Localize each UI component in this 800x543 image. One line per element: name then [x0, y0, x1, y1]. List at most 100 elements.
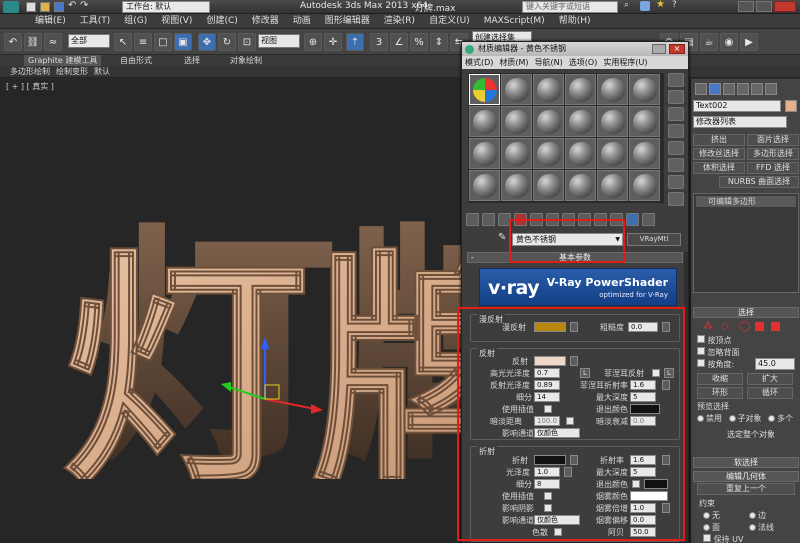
menu-create[interactable]: 创建(C) — [199, 14, 244, 29]
binoculars-icon[interactable]: ⌕ — [624, 0, 629, 10]
constraint-face-radio[interactable] — [703, 524, 710, 531]
material-type-button[interactable]: VRayMtl — [627, 233, 681, 246]
fresnel-lock-button[interactable]: L — [664, 368, 674, 378]
keyboard-shortcut-icon[interactable]: ⇡ — [346, 33, 364, 51]
quick-access-open-icon[interactable] — [40, 2, 50, 12]
sample-slot[interactable] — [501, 170, 532, 201]
modifier-list-select[interactable]: 修改器列表 — [693, 116, 787, 128]
menu-group[interactable]: 组(G) — [117, 14, 154, 29]
make-preview-icon[interactable] — [668, 158, 684, 172]
menu-animation[interactable]: 动画 — [286, 14, 318, 29]
ffd-select-button[interactable]: FFD 选择 — [747, 162, 799, 174]
edit-geometry-header[interactable]: 编辑几何体 — [693, 471, 799, 482]
menu-views[interactable]: 视图(V) — [154, 14, 199, 29]
abbe-spinner[interactable]: 50.0 — [630, 527, 656, 537]
select-by-material-icon[interactable] — [668, 192, 684, 206]
copy-material-icon[interactable] — [530, 213, 543, 226]
ior-spinner[interactable]: 1.6 — [630, 455, 656, 465]
ior-map-button[interactable] — [662, 455, 670, 465]
roughness-spinner[interactable]: 0.0 — [628, 322, 658, 332]
repeat-last-button[interactable]: 重复上一个 — [697, 483, 795, 495]
sample-slot[interactable] — [469, 74, 500, 105]
border-icon[interactable]: ◯ — [739, 321, 750, 332]
render-production-icon[interactable]: ☕ — [700, 33, 718, 51]
background-icon[interactable] — [668, 107, 684, 121]
sample-slot[interactable] — [597, 170, 628, 201]
sample-slot[interactable] — [533, 138, 564, 169]
by-vertex-checkbox[interactable] — [697, 335, 705, 343]
menu-help[interactable]: 帮助(H) — [552, 14, 598, 29]
loop-button[interactable]: 循环 — [747, 387, 793, 399]
select-by-name-icon[interactable]: ≡ — [134, 33, 152, 51]
sample-slot[interactable] — [469, 170, 500, 201]
diffuse-color-swatch[interactable] — [534, 322, 566, 332]
soft-selection-header[interactable]: 软选择 — [693, 457, 799, 468]
material-id-icon[interactable] — [578, 213, 591, 226]
reflect-maxdepth-spinner[interactable]: 5 — [630, 392, 656, 402]
keep-uv-checkbox[interactable] — [703, 534, 711, 542]
redo-icon[interactable]: ↷ — [80, 0, 88, 11]
sample-slot[interactable] — [469, 138, 500, 169]
fog-mult-map-button[interactable] — [662, 503, 670, 513]
constraint-none-radio[interactable] — [703, 512, 710, 519]
selection-filter-select[interactable]: 全部 — [68, 34, 110, 48]
refract-affect-select[interactable]: 仅颜色 — [534, 515, 580, 525]
sample-slot[interactable] — [501, 74, 532, 105]
hilight-gloss-spinner[interactable]: 0.7 — [534, 368, 560, 378]
reflect-gloss-spinner[interactable]: 0.89 — [534, 380, 560, 390]
ring-button[interactable]: 环形 — [697, 387, 743, 399]
create-tab-icon[interactable] — [695, 83, 707, 95]
refract-map-button[interactable] — [570, 455, 578, 465]
sample-slot[interactable] — [565, 106, 596, 137]
preview-off-radio[interactable] — [697, 415, 704, 422]
affect-shadows-checkbox[interactable] — [544, 504, 552, 512]
poly-select-button[interactable]: 多边形选择 — [747, 148, 799, 160]
show-map-icon[interactable] — [594, 213, 607, 226]
sample-slot[interactable] — [533, 170, 564, 201]
sample-slot[interactable] — [501, 138, 532, 169]
vertex-icon[interactable]: ⁂ — [703, 321, 713, 332]
reflect-interp-checkbox[interactable] — [544, 405, 552, 413]
refract-color-swatch[interactable] — [534, 455, 566, 465]
tab-freeform[interactable]: 自由形式 — [120, 55, 152, 66]
angle-spinner[interactable]: 45.0 — [755, 358, 795, 370]
scale-icon[interactable]: ⊡ — [238, 33, 256, 51]
sample-slot[interactable] — [597, 74, 628, 105]
object-name-field[interactable]: Text002 — [693, 100, 781, 112]
constraint-edge-radio[interactable] — [749, 512, 756, 519]
medit-menu-modes[interactable]: 模式(D) — [462, 56, 496, 69]
show-end-result-icon[interactable] — [610, 213, 623, 226]
menu-graph-editors[interactable]: 图形编辑器 — [318, 14, 377, 29]
tab-selection[interactable]: 选择 — [184, 55, 200, 66]
subtab-defaults[interactable]: 默认 — [94, 66, 110, 78]
reference-coord-select[interactable]: 视图 — [258, 34, 300, 48]
window-crossing-icon[interactable]: ▣ — [174, 33, 192, 51]
sample-slot[interactable] — [597, 138, 628, 169]
roughness-map-button[interactable] — [662, 322, 670, 332]
element-icon[interactable] — [771, 322, 780, 331]
minimize-button[interactable] — [738, 1, 754, 12]
refract-subdivs-spinner[interactable]: 8 — [534, 479, 560, 489]
spinner-snap-icon[interactable]: ⇕ — [430, 33, 448, 51]
workspace-select[interactable]: 工作台: 默认 — [122, 1, 210, 13]
constraint-normal-radio[interactable] — [749, 524, 756, 531]
sample-slot[interactable] — [629, 106, 660, 137]
sample-slot[interactable] — [533, 106, 564, 137]
reflect-map-button[interactable] — [570, 356, 578, 366]
motion-tab-icon[interactable] — [737, 83, 749, 95]
fresnel-ior-map-button[interactable] — [662, 380, 670, 390]
ignore-back-checkbox[interactable] — [697, 347, 705, 355]
dispersion-checkbox[interactable] — [554, 528, 562, 536]
options-icon[interactable] — [668, 175, 684, 189]
rotate-icon[interactable]: ↻ — [218, 33, 236, 51]
medit-menu-material[interactable]: 材质(M) — [496, 56, 531, 69]
menu-edit[interactable]: 编辑(E) — [28, 14, 73, 29]
grow-button[interactable]: 扩大 — [747, 373, 793, 385]
sample-slot[interactable] — [629, 138, 660, 169]
material-editor-scrollbar[interactable] — [684, 252, 688, 542]
sample-slot[interactable] — [533, 74, 564, 105]
refract-maxdepth-spinner[interactable]: 5 — [630, 467, 656, 477]
utilities-tab-icon[interactable] — [765, 83, 777, 95]
render-active-icon[interactable]: ▶ — [740, 33, 758, 51]
reflect-affect-select[interactable]: 仅颜色 — [534, 428, 580, 438]
